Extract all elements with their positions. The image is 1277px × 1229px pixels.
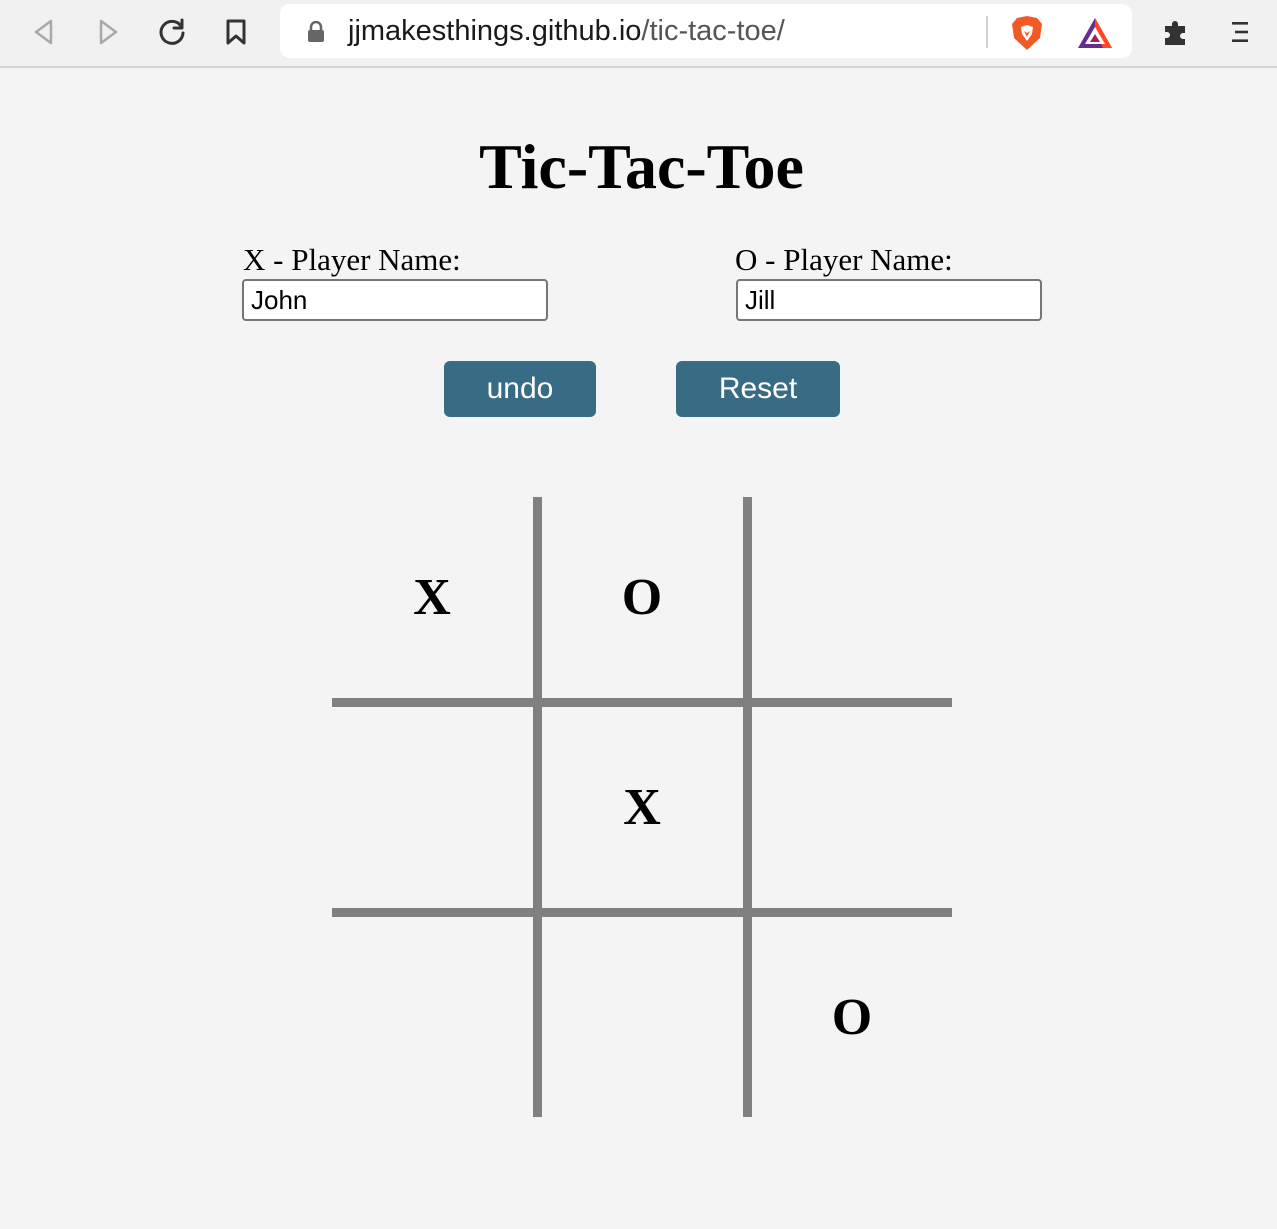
board-cell-1-2[interactable]: O (542, 497, 742, 697)
board-cell-3-1[interactable] (332, 917, 532, 1117)
o-player-label: O - Player Name: (735, 242, 953, 277)
brave-shields-icon[interactable] (1010, 14, 1044, 52)
board-cell-2-1[interactable] (332, 707, 532, 907)
menu-icon (1232, 22, 1248, 42)
board-cell-1-3[interactable] (752, 497, 952, 697)
board-cell-1-1[interactable]: X (332, 497, 532, 697)
browser-toolbar: jjmakesthings.github.io/tic-tac-toe/ (0, 0, 1277, 68)
board-cell-2-2[interactable]: X (542, 707, 742, 907)
forward-button[interactable] (86, 10, 130, 54)
game-board: X O X O (332, 497, 952, 1117)
extensions-icon (1165, 21, 1185, 45)
menu-button[interactable] (1218, 10, 1262, 54)
url-divider (986, 16, 988, 48)
reload-icon (159, 18, 185, 45)
url-text[interactable]: jjmakesthings.github.io/tic-tac-toe/ (348, 14, 785, 48)
grid-line (743, 497, 752, 1117)
bat-rewards-icon[interactable] (1076, 16, 1114, 50)
url-host: jjmakesthings.github.io (348, 15, 642, 47)
x-player-name-input[interactable] (242, 279, 548, 321)
bookmark-button[interactable] (214, 10, 258, 54)
board-cell-3-2[interactable] (542, 917, 742, 1117)
forward-icon (99, 19, 118, 45)
lock-icon (308, 21, 324, 42)
reload-button[interactable] (150, 10, 194, 54)
reset-button[interactable]: Reset (676, 361, 840, 417)
grid-line (332, 908, 952, 917)
grid-line (533, 497, 542, 1117)
board-cell-2-3[interactable] (752, 707, 952, 907)
page-title: Tic-Tac-Toe (479, 131, 804, 202)
grid-line (332, 698, 952, 707)
back-icon (34, 19, 53, 45)
url-path: /tic-tac-toe/ (641, 15, 785, 47)
undo-button[interactable]: undo (444, 361, 596, 417)
back-button[interactable] (22, 10, 66, 54)
address-bar[interactable]: jjmakesthings.github.io/tic-tac-toe/ (280, 4, 1132, 58)
x-player-label: X - Player Name: (243, 242, 461, 277)
bookmark-icon (226, 19, 246, 45)
board-cell-3-3[interactable]: O (752, 917, 952, 1117)
page-content: Tic-Tac-Toe X - Player Name: O - Player … (0, 70, 1277, 1229)
extensions-button[interactable] (1154, 10, 1198, 54)
o-player-name-input[interactable] (736, 279, 1042, 321)
